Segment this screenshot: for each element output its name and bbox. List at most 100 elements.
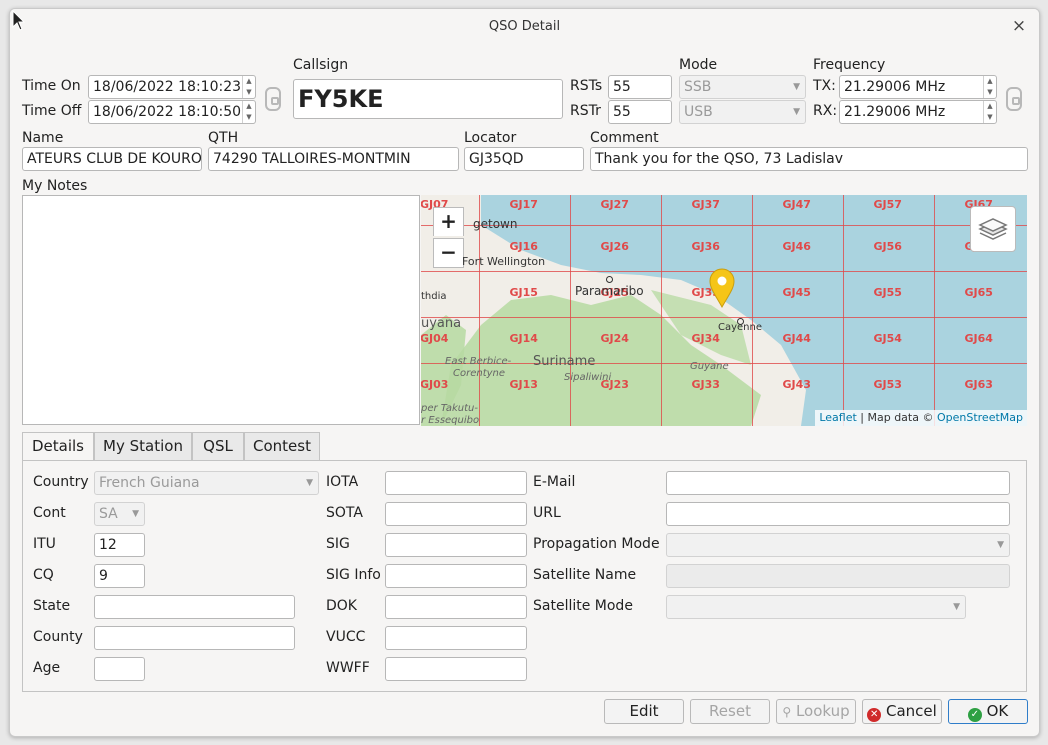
dok-field[interactable]: [385, 595, 527, 619]
rx-frequency-field[interactable]: 21.29006 MHz ▲ ▼: [839, 100, 997, 124]
itu-field[interactable]: 12: [94, 533, 145, 557]
cancel-button[interactable]: ✕ Cancel: [862, 699, 942, 724]
time-on-spinner[interactable]: ▲ ▼: [242, 76, 255, 98]
zoom-out-button[interactable]: −: [433, 238, 464, 268]
comment-field[interactable]: Thank you for the QSO, 73 Ladislav: [590, 147, 1028, 171]
grid-line: [421, 317, 1027, 318]
sig-info-label: SIG Info: [326, 567, 381, 583]
close-icon[interactable]: ×: [1009, 16, 1029, 36]
vucc-field[interactable]: [385, 626, 527, 650]
sota-field[interactable]: [385, 502, 527, 526]
grid-square-label: GJ16: [509, 240, 538, 253]
locator-field[interactable]: GJ35QD: [464, 147, 584, 171]
grid-square-label: GJ13: [509, 378, 538, 391]
cancel-button-label: Cancel: [885, 702, 937, 720]
map-view[interactable]: GJ07 GJ17 GJ27 GJ37 GJ47 GJ57 GJ67 GJ16 GJ26 GJ36…: [421, 195, 1027, 426]
chevron-down-icon: ▼: [953, 602, 960, 612]
rx-frequency-value: 21.29006 MHz: [844, 104, 946, 120]
grid-line: [752, 195, 753, 426]
notes-textarea[interactable]: [22, 195, 420, 425]
chevron-down-icon: ▼: [793, 82, 800, 92]
location-marker-icon[interactable]: [708, 268, 736, 309]
lookup-button[interactable]: ⚲ Lookup: [776, 699, 856, 724]
time-link-icon[interactable]: [265, 87, 281, 111]
rx-label: RX:: [813, 103, 838, 119]
paramaribo-dot-icon: [606, 276, 613, 283]
tx-label: TX:: [813, 78, 836, 94]
qth-field[interactable]: 74290 TALLOIRES-MONTMIN: [208, 147, 459, 171]
cont-value: SA: [99, 506, 118, 522]
itu-label: ITU: [33, 536, 56, 552]
chevron-down-icon: ▼: [793, 107, 800, 117]
grid-square-label: GJ55: [873, 286, 902, 299]
time-off-spinner[interactable]: ▲ ▼: [242, 101, 255, 123]
zoom-in-button[interactable]: +: [433, 207, 464, 236]
mode-rx-select[interactable]: USB ▼: [679, 100, 806, 124]
tab-contest[interactable]: Contest: [244, 432, 320, 460]
name-field[interactable]: ATEURS CLUB DE KOUROU: [22, 147, 202, 171]
grid-square-label: GJ53: [873, 378, 902, 391]
grid-line: [661, 195, 662, 426]
rx-frequency-spinner[interactable]: ▲ ▼: [983, 101, 996, 123]
sota-label: SOTA: [326, 505, 363, 521]
country-value: French Guiana: [99, 475, 200, 491]
title-bar: QSO Detail ×: [10, 9, 1039, 45]
place-corentyne: Corentyne: [453, 368, 506, 379]
ok-button[interactable]: ✓ OK: [948, 699, 1028, 724]
dok-label: DOK: [326, 598, 357, 614]
grid-square-label: GJ56: [873, 240, 902, 253]
place-sipaliwini: Sipaliwini: [564, 372, 612, 383]
satellite-mode-select[interactable]: ▼: [666, 595, 966, 619]
iota-field[interactable]: [385, 471, 527, 495]
layers-button[interactable]: [970, 206, 1016, 252]
frequency-link-icon[interactable]: [1006, 87, 1022, 111]
tab-qsl[interactable]: QSL: [192, 432, 244, 460]
mode-tx-select[interactable]: SSB ▼: [679, 75, 806, 99]
state-field[interactable]: [94, 595, 295, 619]
callsign-field[interactable]: FY5KE: [293, 79, 563, 119]
wwff-field[interactable]: [385, 657, 527, 681]
tab-details[interactable]: Details: [22, 432, 94, 461]
place-essequibo: r Essequibo: [421, 415, 480, 426]
grid-square-label: GJ03: [421, 378, 449, 391]
edit-button-label: Edit: [629, 702, 659, 720]
rsts-field[interactable]: 55: [608, 75, 672, 99]
rstr-field[interactable]: 55: [608, 100, 672, 124]
callsign-label: Callsign: [293, 57, 349, 73]
place-lethem: thdia: [421, 291, 447, 302]
marker-pin: [709, 268, 735, 309]
grid-square-label: GJ54: [873, 332, 902, 345]
sig-field[interactable]: [385, 533, 527, 557]
mode-rx-value: USB: [684, 104, 713, 120]
tx-frequency-field[interactable]: 21.29006 MHz ▲ ▼: [839, 75, 997, 99]
tx-frequency-spinner[interactable]: ▲ ▼: [983, 76, 996, 98]
propagation-mode-label: Propagation Mode: [533, 536, 660, 552]
grid-square-label: GJ26: [600, 240, 629, 253]
place-guyana: uyana: [421, 316, 462, 331]
satellite-name-field[interactable]: [666, 564, 1010, 588]
time-on-label: Time On: [22, 78, 81, 94]
age-label: Age: [33, 660, 61, 676]
osm-link[interactable]: OpenStreetMap: [937, 411, 1023, 424]
url-field[interactable]: [666, 502, 1010, 526]
sig-info-field[interactable]: [385, 564, 527, 588]
time-on-field[interactable]: 18/06/2022 18:10:23 ▲ ▼: [88, 75, 256, 99]
reset-button-label: Reset: [709, 702, 751, 720]
place-cayenne: Cayenne: [718, 322, 763, 333]
grid-square-label: GJ34: [691, 332, 720, 345]
vucc-label: VUCC: [326, 629, 366, 645]
grid-square-label: GJ17: [509, 198, 538, 211]
satellite-name-label: Satellite Name: [533, 567, 637, 583]
edit-button[interactable]: Edit: [604, 699, 684, 724]
reset-button[interactable]: Reset: [690, 699, 770, 724]
time-off-field[interactable]: 18/06/2022 18:10:50 ▲ ▼: [88, 100, 256, 124]
propagation-mode-select[interactable]: ▼: [666, 533, 1010, 557]
age-field[interactable]: [94, 657, 145, 681]
country-select[interactable]: French Guiana ▼: [94, 471, 319, 495]
email-field[interactable]: [666, 471, 1010, 495]
cq-field[interactable]: 9: [94, 564, 145, 588]
county-field[interactable]: [94, 626, 295, 650]
tab-my-station[interactable]: My Station: [94, 432, 192, 460]
leaflet-link[interactable]: Leaflet: [819, 411, 856, 424]
cont-select[interactable]: SA ▼: [94, 502, 145, 526]
